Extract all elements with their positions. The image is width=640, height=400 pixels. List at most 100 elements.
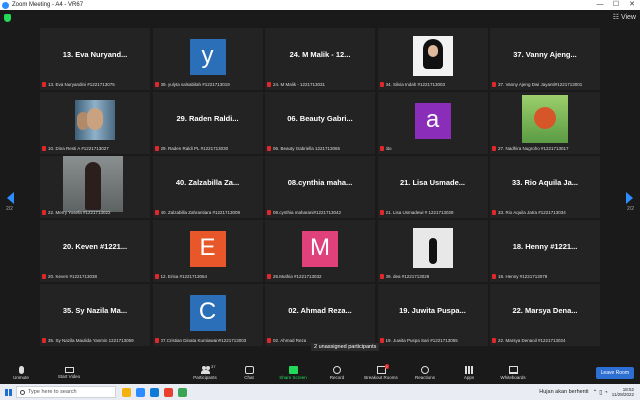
breakout-rooms-icon: ! (376, 364, 389, 374)
breakout-rooms-button[interactable]: ! Breakout Rooms (364, 364, 398, 380)
start-button[interactable] (0, 384, 16, 400)
participant-display-name: 24. M Malik - 12... (289, 50, 351, 59)
participant-tile[interactable]: 09. dea #1221713029 (377, 220, 488, 282)
participant-tile[interactable]: 18. Henny #1221... 18. Henny #1221713078 (490, 220, 600, 282)
participant-tile[interactable]: a tito (377, 92, 488, 154)
participant-display-name: 35. Sy Nazila Ma... (62, 306, 128, 315)
zoom-app-icon[interactable] (136, 387, 145, 397)
record-button[interactable]: Record (322, 366, 352, 380)
profile-photo (75, 100, 115, 140)
participant-tile[interactable]: 02. Ahmad Reza... 02. Ahmad Reza (265, 284, 375, 346)
participant-name-label: 40. Zalzabilla Zahrantiara #1221713009 (160, 210, 241, 215)
taskbar-search-box[interactable]: Type here to search (16, 386, 116, 398)
microphone-muted-icon (379, 210, 384, 215)
participant-display-name: 40. Zalzabilla Za... (175, 178, 240, 187)
breakout-rooms-label: Breakout Rooms (364, 375, 398, 380)
participant-tile[interactable]: 40. Zalzabilla Za... 40. Zalzabilla Zahra… (152, 156, 263, 218)
participant-name-label: 21. Lisa Usmadewi # 1221713028 (385, 210, 454, 215)
participant-tile[interactable]: 08.cynthia maha... 08.cynthia maharani#12… (265, 156, 375, 218)
edge-browser-icon[interactable] (150, 387, 159, 397)
reactions-button[interactable]: Reactions (410, 366, 440, 380)
participant-tile[interactable]: C 07.Cristian Dinata Kurniawan#1221713003 (152, 284, 263, 346)
participant-display-name: 19. Juwita Puspa... (399, 306, 466, 315)
reactions-label: Reactions (414, 375, 435, 380)
participant-display-name: 18. Henny #1221... (512, 242, 578, 251)
participant-name-bar: 40. Zalzabilla Zahrantiara #1221713009 (154, 209, 261, 216)
participant-name-label: 08.cynthia maharani#1221713042 (273, 210, 342, 215)
participant-tile[interactable]: M 26.Muthia #1221713032 (265, 220, 375, 282)
participant-tile[interactable]: 24. M Malik - 12... 24. M Malik - 1221713… (265, 28, 375, 90)
start-video-button[interactable]: Start Video (54, 366, 84, 380)
chat-icon (244, 366, 254, 374)
participant-name-bar: 29. Raden Raldi PL #1221713030 (154, 145, 261, 152)
chat-button[interactable]: Chat (234, 366, 264, 380)
participant-name-bar: tito (379, 145, 486, 152)
participant-name-label: 18. Henny #1221713078 (498, 274, 548, 279)
participant-name-label: 19. Juwita Puspa Sari #1221713055 (385, 338, 458, 343)
participant-name-bar: 27. Nadhira Nugroho #1221713017 (492, 145, 598, 152)
participant-tile[interactable]: 35. Sy Nazila Ma... 35. Sy Nazila Maulida… (40, 284, 150, 346)
page-indicator-right: 2/2 (627, 206, 634, 212)
tray-icons[interactable]: ⌃ ▯ ◔ (593, 389, 608, 396)
participant-tile[interactable]: 29. Raden Raldi... 29. Raden Raldi PL #12… (152, 92, 263, 154)
participant-display-name: 13. Eva Nuryand... (62, 50, 128, 59)
participants-button[interactable]: 37 Participants (190, 364, 220, 380)
participant-name-label: 37. Vanny Ajeng Dwi Jayanti#1221713001 (498, 82, 583, 87)
participant-tile[interactable]: 19. Juwita Puspa... 19. Juwita Puspa Sari… (377, 284, 488, 346)
chrome-browser-icon[interactable] (164, 387, 173, 397)
participant-name-bar: 13. Eva Nuryandini #1221713075 (42, 81, 148, 88)
participants-icon: 37 (200, 364, 216, 374)
participant-display-name: 06. Beauty Gabri... (287, 114, 353, 123)
participant-name-bar: 09. dea #1221713029 (379, 273, 486, 280)
participant-tile[interactable]: 37. Vanny Ajeng... 37. Vanny Ajeng Dwi Ja… (490, 28, 600, 90)
participant-tile[interactable]: 13. Eva Nuryand... 13. Eva Nuryandini #12… (40, 28, 150, 90)
video-off-icon (64, 367, 74, 373)
taskbar-clock[interactable]: 18:52 11/28/2022 (612, 387, 634, 397)
participant-tile[interactable]: 10. Dina Resti A #1221713027 (40, 92, 150, 154)
participant-name-bar: 26.Muthia #1221713032 (267, 273, 373, 280)
microphone-muted-icon (492, 210, 496, 215)
weather-status[interactable]: Hujan akan berhenti (539, 389, 588, 395)
participant-tile[interactable]: E 12. Erisa #1221713064 (152, 220, 263, 282)
file-explorer-icon[interactable] (122, 387, 131, 397)
participant-name-bar: 07.Cristian Dinata Kurniawan#1221713003 (154, 337, 261, 344)
participant-name-label: 39. yulyta salsabilah #1221713019 (160, 82, 230, 87)
minimize-button[interactable]: — (592, 0, 608, 10)
participant-name-label: 35. Sy Nazila Maulida Yasmin 1221713059 (48, 338, 134, 343)
unassigned-participants-notice[interactable]: 2 unassigned participants (311, 343, 380, 351)
microphone-muted-icon (42, 210, 46, 215)
participant-tile[interactable]: 33. Rio Aquila Ja... 33. Rio Aquila Jatra… (490, 156, 600, 218)
participant-display-name: 21. Lisa Usmade... (399, 178, 466, 187)
close-button[interactable]: ✕ (624, 0, 640, 10)
app-icon[interactable] (178, 387, 187, 397)
share-screen-label: Share Screen (279, 375, 307, 380)
avatar: a (414, 103, 451, 139)
participant-name-label: 09. dea #1221713029 (385, 274, 430, 279)
participant-name-label: 07.Cristian Dinata Kurniawan#1221713003 (160, 338, 247, 343)
share-screen-button[interactable]: Share Screen (278, 366, 308, 380)
avatar: C (189, 295, 226, 331)
whiteboards-button[interactable]: Whiteboards (498, 366, 528, 380)
share-screen-icon (288, 366, 298, 374)
apps-icon (464, 366, 474, 374)
participant-tile[interactable]: 34. Silvia Indah #1221713003 (377, 28, 488, 90)
participant-tile[interactable]: 22. Marsya Dena... 22. Marsya Denaoil #12… (490, 284, 600, 346)
participant-tile[interactable]: 27. Nadhira Nugroho #1221713017 (490, 92, 600, 154)
participant-tile[interactable]: 21. Lisa Usmade... 21. Lisa Usmadewi # 12… (377, 156, 488, 218)
participants-label: Participants (193, 375, 217, 380)
participant-tile[interactable]: 22. Merry Yosefa #1221713022 (40, 156, 150, 218)
view-button[interactable]: ☷ View (613, 13, 636, 21)
security-shield-icon[interactable] (4, 14, 11, 22)
next-page-arrow-icon[interactable] (626, 192, 633, 204)
apps-button[interactable]: Apps (454, 366, 484, 380)
previous-page-arrow-icon[interactable] (7, 192, 14, 204)
leave-room-button[interactable]: Leave Room (595, 367, 634, 379)
participant-tile[interactable]: 20. Keven #1221... 20. Keven #1221713038 (40, 220, 150, 282)
maximize-button[interactable]: ☐ (608, 0, 624, 10)
taskbar-search-placeholder: Type here to search (28, 389, 77, 395)
participant-display-name: 33. Rio Aquila Ja... (512, 178, 578, 187)
participant-tile[interactable]: y 39. yulyta salsabilah #1221713019 (152, 28, 263, 90)
participant-tile[interactable]: 06. Beauty Gabri... 06. Beauty Gabriella … (265, 92, 375, 154)
profile-photo (412, 228, 453, 268)
unmute-button[interactable]: Unmute (6, 366, 36, 380)
